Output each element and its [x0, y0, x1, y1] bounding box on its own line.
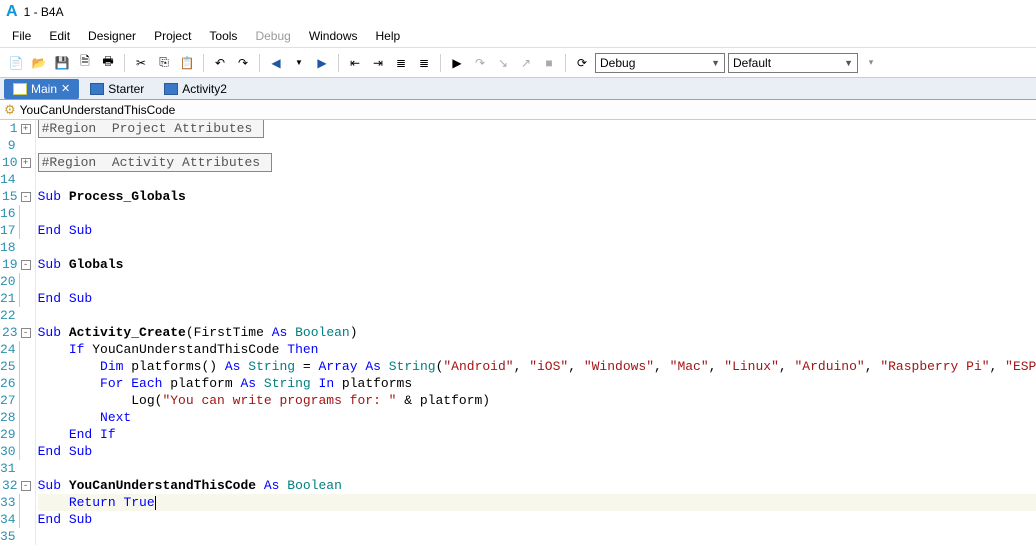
region-collapsed[interactable]: #Region Activity Attributes: [38, 153, 272, 172]
code-line[interactable]: If YouCanUnderstandThisCode Then: [38, 341, 1036, 358]
code-line[interactable]: End Sub: [38, 222, 1036, 239]
export-icon[interactable]: 🗎: [75, 53, 95, 73]
region-collapsed[interactable]: #Region Project Attributes: [38, 120, 264, 138]
menu-designer[interactable]: Designer: [80, 27, 144, 45]
cut-icon[interactable]: ✂: [131, 53, 151, 73]
separator: [338, 54, 339, 72]
build-config-combo[interactable]: Default▼: [728, 53, 858, 73]
code-line[interactable]: End Sub: [38, 290, 1036, 307]
paste-icon[interactable]: 📋: [177, 53, 197, 73]
code-editor[interactable]: 1+910+1415-16171819-20212223-24252627282…: [0, 120, 1036, 545]
outdent-icon[interactable]: ⇤: [345, 53, 365, 73]
nav-fwd-icon[interactable]: ▶: [312, 53, 332, 73]
separator: [440, 54, 441, 72]
code-line[interactable]: Sub Activity_Create(FirstTime As Boolean…: [38, 324, 1036, 341]
module-icon: [164, 83, 178, 95]
copy-icon[interactable]: ⎘: [154, 53, 174, 73]
restart-icon[interactable]: ⟳: [572, 53, 592, 73]
code-line[interactable]: [38, 528, 1036, 545]
step-into-icon[interactable]: ↘: [493, 53, 513, 73]
open-icon[interactable]: 📂: [29, 53, 49, 73]
code-line[interactable]: [38, 307, 1036, 324]
close-icon[interactable]: ✕: [61, 82, 70, 95]
method-icon: ⚙: [4, 103, 16, 116]
fold-toggle[interactable]: +: [21, 158, 31, 168]
comment-icon[interactable]: ≣: [391, 53, 411, 73]
separator: [124, 54, 125, 72]
nav-back-icon[interactable]: ◀: [266, 53, 286, 73]
menu-tools[interactable]: Tools: [201, 27, 245, 45]
window-title: 1 - B4A: [24, 5, 64, 19]
nav-dropdown-icon[interactable]: ▼: [289, 53, 309, 73]
tab-starter[interactable]: Starter: [81, 79, 153, 99]
menu-edit[interactable]: Edit: [41, 27, 78, 45]
code-line[interactable]: #Region Project Attributes: [38, 120, 1036, 137]
step-over-icon[interactable]: ↷: [470, 53, 490, 73]
code-line[interactable]: [38, 273, 1036, 290]
code-line[interactable]: Next: [38, 409, 1036, 426]
save-icon[interactable]: 💾: [52, 53, 72, 73]
app-logo: A: [6, 3, 18, 21]
code-line[interactable]: For Each platform As String In platforms: [38, 375, 1036, 392]
build-mode-combo[interactable]: Debug▼: [595, 53, 725, 73]
code-line[interactable]: [38, 239, 1036, 256]
code-line[interactable]: Sub YouCanUnderstandThisCode As Boolean: [38, 477, 1036, 494]
menubar: FileEditDesignerProjectToolsDebugWindows…: [0, 24, 1036, 48]
fold-toggle[interactable]: -: [21, 192, 31, 202]
tab-label: Activity2: [182, 82, 227, 96]
menu-project[interactable]: Project: [146, 27, 199, 45]
code-line[interactable]: End Sub: [38, 511, 1036, 528]
member-navbar[interactable]: ⚙ YouCanUnderstandThisCode: [0, 100, 1036, 120]
stop-icon[interactable]: ■: [539, 53, 559, 73]
code-line[interactable]: End Sub: [38, 443, 1036, 460]
member-path: YouCanUnderstandThisCode: [20, 103, 176, 117]
code-line[interactable]: [38, 137, 1036, 154]
fold-toggle[interactable]: +: [21, 124, 31, 134]
fold-toggle[interactable]: -: [21, 328, 31, 338]
separator: [259, 54, 260, 72]
redo-icon[interactable]: ↷: [233, 53, 253, 73]
separator: [203, 54, 204, 72]
toolbar-overflow-icon[interactable]: ▾: [861, 53, 881, 73]
tab-main[interactable]: Main ✕: [4, 79, 79, 99]
code-line[interactable]: Sub Process_Globals: [38, 188, 1036, 205]
menu-file[interactable]: File: [4, 27, 39, 45]
module-icon: [13, 83, 27, 95]
titlebar: A 1 - B4A: [0, 0, 1036, 24]
menu-help[interactable]: Help: [368, 27, 409, 45]
tab-label: Starter: [108, 82, 144, 96]
code-line[interactable]: [38, 205, 1036, 222]
code-area[interactable]: #Region Project Attributes #Region Activ…: [36, 120, 1036, 545]
fold-toggle[interactable]: -: [21, 260, 31, 270]
tab-label: Main: [31, 82, 57, 96]
uncomment-icon[interactable]: ≣: [414, 53, 434, 73]
code-line[interactable]: End If: [38, 426, 1036, 443]
code-line[interactable]: [38, 460, 1036, 477]
code-line[interactable]: #Region Activity Attributes: [38, 154, 1036, 171]
line-gutter: 1+910+1415-16171819-20212223-24252627282…: [0, 120, 36, 545]
code-line[interactable]: Return True: [38, 494, 1036, 511]
toolbar: 📄 📂 💾 🗎 🖶 ✂ ⎘ 📋 ↶ ↷ ◀ ▼ ▶ ⇤ ⇥ ≣ ≣ ▶ ↷ ↘ …: [0, 48, 1036, 78]
module-icon: [90, 83, 104, 95]
run-icon[interactable]: ▶: [447, 53, 467, 73]
new-icon[interactable]: 📄: [6, 53, 26, 73]
code-line[interactable]: Log("You can write programs for: " & pla…: [38, 392, 1036, 409]
tabbar: Main ✕ Starter Activity2: [0, 78, 1036, 100]
fold-toggle[interactable]: -: [21, 481, 31, 491]
menu-windows[interactable]: Windows: [301, 27, 366, 45]
tab-activity2[interactable]: Activity2: [155, 79, 236, 99]
code-line[interactable]: Sub Globals: [38, 256, 1036, 273]
code-line[interactable]: Dim platforms() As String = Array As Str…: [38, 358, 1036, 375]
step-out-icon[interactable]: ↗: [516, 53, 536, 73]
separator: [565, 54, 566, 72]
menu-debug: Debug: [247, 27, 298, 45]
indent-icon[interactable]: ⇥: [368, 53, 388, 73]
code-line[interactable]: [38, 171, 1036, 188]
undo-icon[interactable]: ↶: [210, 53, 230, 73]
print-icon[interactable]: 🖶: [98, 53, 118, 73]
